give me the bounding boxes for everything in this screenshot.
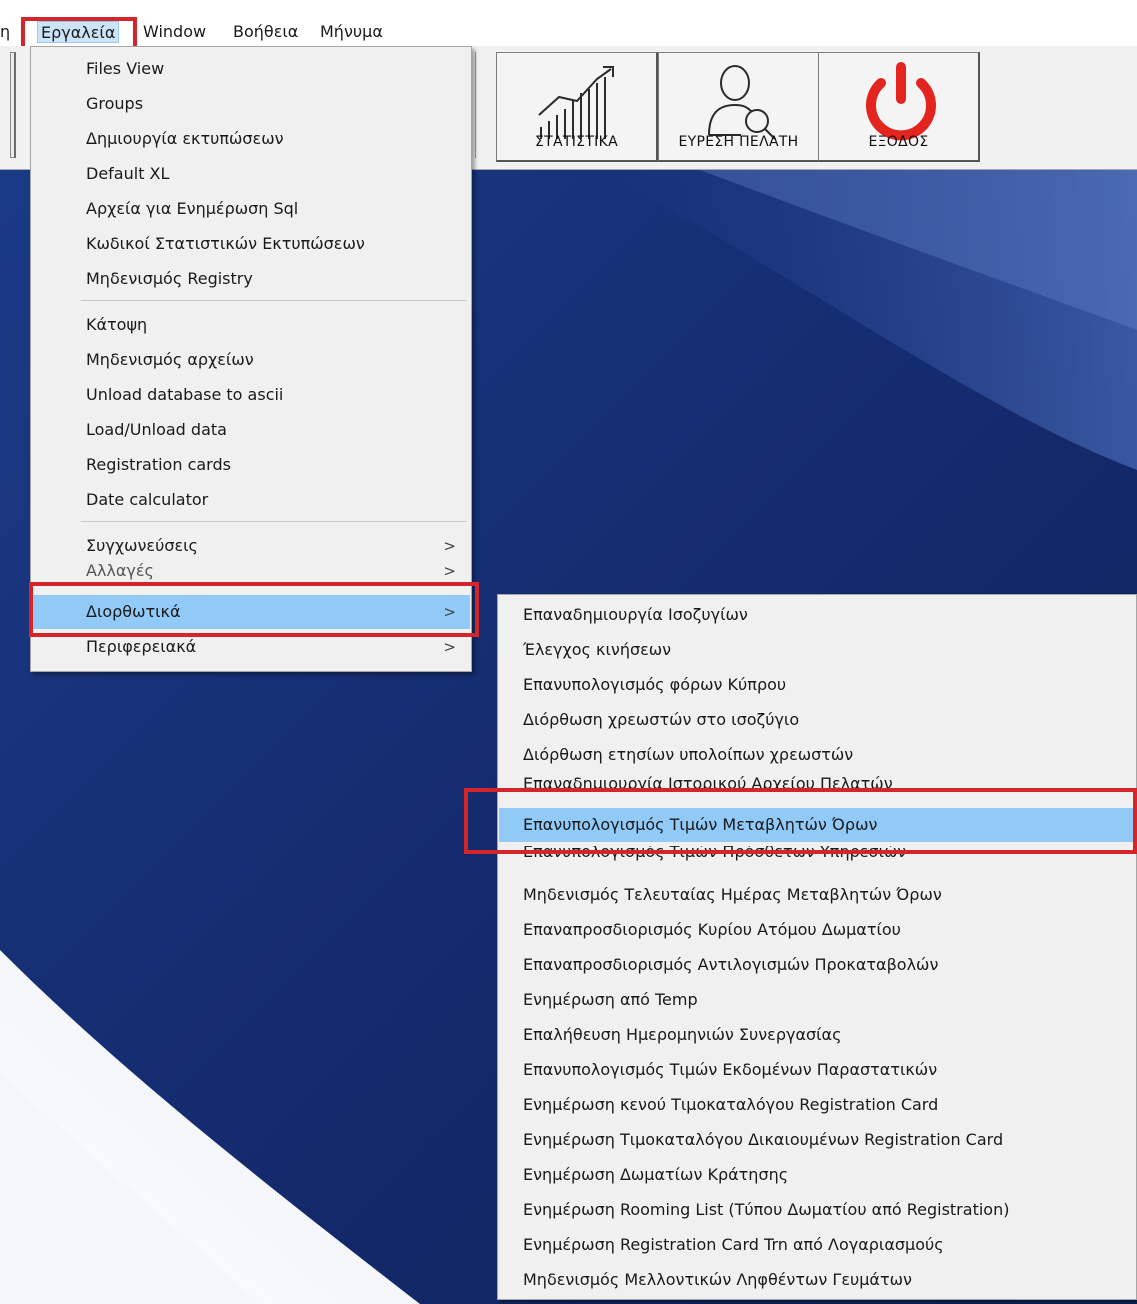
submenu-item-check-transactions[interactable]: Έλεγχος κινήσεων: [499, 633, 1135, 667]
statistics-button-label: ΣΤΑΤΙΣΤΙΚΑ: [535, 134, 618, 150]
submenu-item-redefine-room-main-person[interactable]: Επαναπροσδιορισμός Κυρίου Ατόμου Δωματίο…: [499, 913, 1135, 947]
menu-item-registration-cards[interactable]: Registration cards: [32, 448, 470, 482]
menu-item-merges[interactable]: Συγχωνεύσεις >: [32, 529, 470, 563]
menu-item-merges-label: Συγχωνεύσεις: [86, 536, 198, 555]
menu-item-floor-plan[interactable]: Κάτοψη: [32, 308, 470, 342]
submenu-item-rebuild-balances[interactable]: Επαναδημιουργία Ισοζυγίων: [499, 598, 1135, 632]
menu-item-statistics-print-codes[interactable]: Κωδικοί Στατιστικών Εκτυπώσεων: [32, 227, 470, 261]
find-customer-button-label: ΕΥΡΕΣΗ ΠΕΛΑΤΗ: [678, 134, 799, 150]
tools-dropdown-menu: Files View Groups Δημιουργία εκτυπώσεων …: [30, 46, 472, 672]
submenu-item-verify-cooperation-dates[interactable]: Επαλήθευση Ημερομηνιών Συνεργασίας: [499, 1018, 1135, 1052]
toolbar-button-edge: [10, 52, 16, 158]
menu-separator: [81, 300, 467, 301]
menu-item-changes[interactable]: Αλλαγές >: [32, 560, 470, 582]
menu-help[interactable]: Βοήθεια: [230, 21, 301, 43]
statistics-button[interactable]: ΣΤΑΤΙΣΤΙΚΑ: [496, 52, 658, 162]
submenu-item-reset-last-day-variable-terms[interactable]: Μηδενισμός Τελευταίας Ημέρας Μεταβλητών …: [499, 878, 1135, 912]
menu-item-files-view[interactable]: Files View: [32, 52, 470, 86]
menu-item-date-calculator[interactable]: Date calculator: [32, 483, 470, 517]
corrections-annotation: [29, 582, 479, 637]
menu-item-load-unload-data[interactable]: Load/Unload data: [32, 413, 470, 447]
submenu-item-update-from-temp[interactable]: Ενημέρωση από Temp: [499, 983, 1135, 1017]
chevron-right-icon: >: [443, 537, 456, 555]
menu-item-unload-database[interactable]: Unload database to ascii: [32, 378, 470, 412]
submenu-item-update-registration-card-trn[interactable]: Ενημέρωση Registration Card Trn από Λογα…: [499, 1228, 1135, 1262]
submenu-item-recalc-issued-documents-prices[interactable]: Επανυπολογισμός Τιμών Εκδομένων Παραστατ…: [499, 1053, 1135, 1087]
submenu-item-update-rooming-list[interactable]: Ενημέρωση Rooming List (Τύπου Δωματίου α…: [499, 1193, 1135, 1227]
menu-separator: [81, 521, 467, 522]
chevron-right-icon: >: [443, 562, 456, 580]
title-strip: [0, 0, 1137, 16]
menu-message[interactable]: Μήνυμα: [317, 21, 386, 43]
menu-item-default-xl[interactable]: Default XL: [32, 157, 470, 191]
menu-item-reset-registry[interactable]: Μηδενισμός Registry: [32, 262, 470, 296]
exit-button-label: ΕΞΟΔΟΣ: [868, 134, 929, 150]
menu-window[interactable]: Window: [140, 21, 209, 43]
exit-button[interactable]: ΕΞΟΔΟΣ: [818, 52, 980, 162]
menu-item-groups[interactable]: Groups: [32, 87, 470, 121]
menu-item-peripherals-label: Περιφερειακά: [86, 637, 197, 656]
submenu-item-update-reservation-rooms[interactable]: Ενημέρωση Δωματίων Κράτησης: [499, 1158, 1135, 1192]
submenu-item-recalc-cyprus-taxes[interactable]: Επανυπολογισμός φόρων Κύπρου: [499, 668, 1135, 702]
menu-item-reset-files[interactable]: Μηδενισμός αρχείων: [32, 343, 470, 377]
menu-bar: η Εργαλεία Window Βοήθεια Μήνυμα: [0, 16, 1137, 46]
submenu-item-update-entitled-pricelist-registration-card[interactable]: Ενημέρωση Τιμοκαταλόγου Δικαιουμένων Reg…: [499, 1123, 1135, 1157]
recalc-variable-terms-annotation: [464, 788, 1137, 854]
menu-edge-fragment: η: [0, 22, 11, 41]
submenu-item-reset-future-meals[interactable]: Μηδενισμός Μελλοντικών Ληφθέντων Γευμάτω…: [499, 1263, 1135, 1297]
find-customer-button[interactable]: ΕΥΡΕΣΗ ΠΕΛΑΤΗ: [658, 52, 820, 162]
menu-item-create-prints[interactable]: Δημιουργία εκτυπώσεων: [32, 122, 470, 156]
corrections-submenu: Επαναδημιουργία Ισοζυγίων Έλεγχος κινήσε…: [497, 594, 1137, 1300]
menu-item-changes-label: Αλλαγές: [86, 561, 154, 580]
submenu-item-fix-annual-debtor-balances[interactable]: Διόρθωση ετησίων υπολοίπων χρεωστών: [499, 738, 1135, 772]
menu-item-sql-update-files[interactable]: Αρχεία για Ενημέρωση Sql: [32, 192, 470, 226]
submenu-item-update-empty-pricelist-registration-card[interactable]: Ενημέρωση κενού Τιμοκαταλόγου Registrati…: [499, 1088, 1135, 1122]
submenu-item-redefine-deposit-reversals[interactable]: Επαναπροσδιορισμός Αντιλογισμών Προκαταβ…: [499, 948, 1135, 982]
submenu-item-fix-debtors-balance[interactable]: Διόρθωση χρεωστών στο ισοζύγιο: [499, 703, 1135, 737]
